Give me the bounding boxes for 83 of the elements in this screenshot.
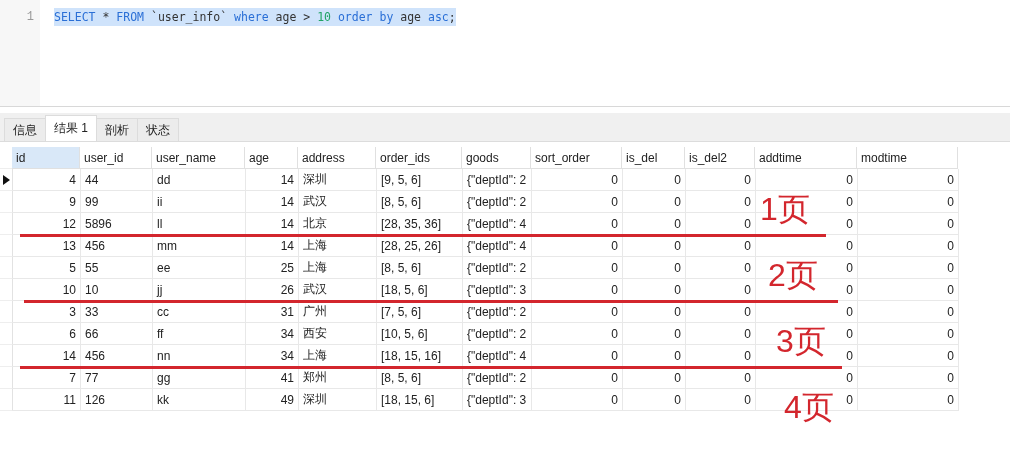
table-cell: 0 <box>858 191 959 213</box>
table-cell: 0 <box>858 169 959 191</box>
table-cell: 0 <box>532 389 623 411</box>
table-cell: 0 <box>756 169 858 191</box>
table-cell: 上海 <box>299 257 377 279</box>
row-selector[interactable] <box>0 169 13 191</box>
table-cell: 99 <box>81 191 153 213</box>
table-cell: 0 <box>532 323 623 345</box>
table-cell: {"deptId": 2 <box>463 191 532 213</box>
table-cell: kk <box>153 389 246 411</box>
table-cell: ff <box>153 323 246 345</box>
table-cell: 5 <box>13 257 81 279</box>
line-number: 1 <box>25 9 35 26</box>
table-cell: {"deptId": 2 <box>463 169 532 191</box>
current-row-icon <box>2 174 10 185</box>
table-cell: ii <box>153 191 246 213</box>
table-cell: 55 <box>81 257 153 279</box>
table-cell: 0 <box>532 191 623 213</box>
table-cell: [8, 5, 6] <box>377 191 463 213</box>
table-cell: 34 <box>246 323 299 345</box>
column-header[interactable]: user_name <box>152 147 245 169</box>
table-cell: 66 <box>81 323 153 345</box>
table-cell: 0 <box>532 169 623 191</box>
result-tab[interactable]: 结果 1 <box>45 115 97 141</box>
table-cell: {"deptId": 2 <box>463 257 532 279</box>
table-cell: 0 <box>858 257 959 279</box>
table-cell: 0 <box>858 323 959 345</box>
table-cell: [18, 15, 6] <box>377 389 463 411</box>
table-cell: [9, 5, 6] <box>377 169 463 191</box>
column-header[interactable]: age <box>245 147 298 169</box>
table-cell: 11 <box>13 389 81 411</box>
column-header[interactable]: modtime <box>857 147 958 169</box>
column-header[interactable]: address <box>298 147 376 169</box>
table-cell: 0 <box>623 191 686 213</box>
table-cell: 0 <box>686 389 756 411</box>
page-annotation: 4页 <box>784 389 834 425</box>
table-cell: 0 <box>623 389 686 411</box>
table-cell: dd <box>153 169 246 191</box>
table-cell: 0 <box>858 213 959 235</box>
table-cell: 武汉 <box>299 191 377 213</box>
table-cell: 西安 <box>299 323 377 345</box>
table-cell: {"deptId": 2 <box>463 323 532 345</box>
table-cell: 14 <box>246 169 299 191</box>
table-cell: 0 <box>858 367 959 389</box>
table-cell: 126 <box>81 389 153 411</box>
table-cell: 0 <box>623 257 686 279</box>
column-header[interactable]: goods <box>462 147 531 169</box>
table-cell: 0 <box>623 323 686 345</box>
table-cell: 0 <box>858 235 959 257</box>
table-cell: 0 <box>858 279 959 301</box>
result-tab[interactable]: 剖析 <box>96 118 138 141</box>
table-cell: 0 <box>858 345 959 367</box>
table-cell: 6 <box>13 323 81 345</box>
result-tab[interactable]: 状态 <box>137 118 179 141</box>
column-header[interactable]: id <box>12 147 80 169</box>
table-cell: 0 <box>686 323 756 345</box>
table-cell: 25 <box>246 257 299 279</box>
table-cell: 0 <box>686 191 756 213</box>
table-cell: 0 <box>858 389 959 411</box>
table-cell: 44 <box>81 169 153 191</box>
table-cell: [8, 5, 6] <box>377 257 463 279</box>
table-cell: 0 <box>858 301 959 323</box>
column-header[interactable]: is_del <box>622 147 685 169</box>
table-cell: 14 <box>246 191 299 213</box>
table-cell: 0 <box>686 257 756 279</box>
table-cell: 49 <box>246 389 299 411</box>
table-cell: 0 <box>623 169 686 191</box>
column-header[interactable]: is_del2 <box>685 147 755 169</box>
column-header[interactable]: addtime <box>755 147 857 169</box>
table-cell: 深圳 <box>299 389 377 411</box>
table-cell: 4 <box>13 169 81 191</box>
sql-query[interactable]: SELECT * FROM `user_info` where age > 10 order by age asc; <box>54 8 456 26</box>
table-cell: 0 <box>686 169 756 191</box>
column-header[interactable]: order_ids <box>376 147 462 169</box>
table-cell: 深圳 <box>299 169 377 191</box>
table-cell: [10, 5, 6] <box>377 323 463 345</box>
column-header[interactable]: user_id <box>80 147 152 169</box>
table-cell: 0 <box>532 257 623 279</box>
table-cell: ee <box>153 257 246 279</box>
result-tab[interactable]: 信息 <box>4 118 46 141</box>
table-cell: 9 <box>13 191 81 213</box>
column-header[interactable]: sort_order <box>531 147 622 169</box>
table-cell: {"deptId": 3 <box>463 389 532 411</box>
